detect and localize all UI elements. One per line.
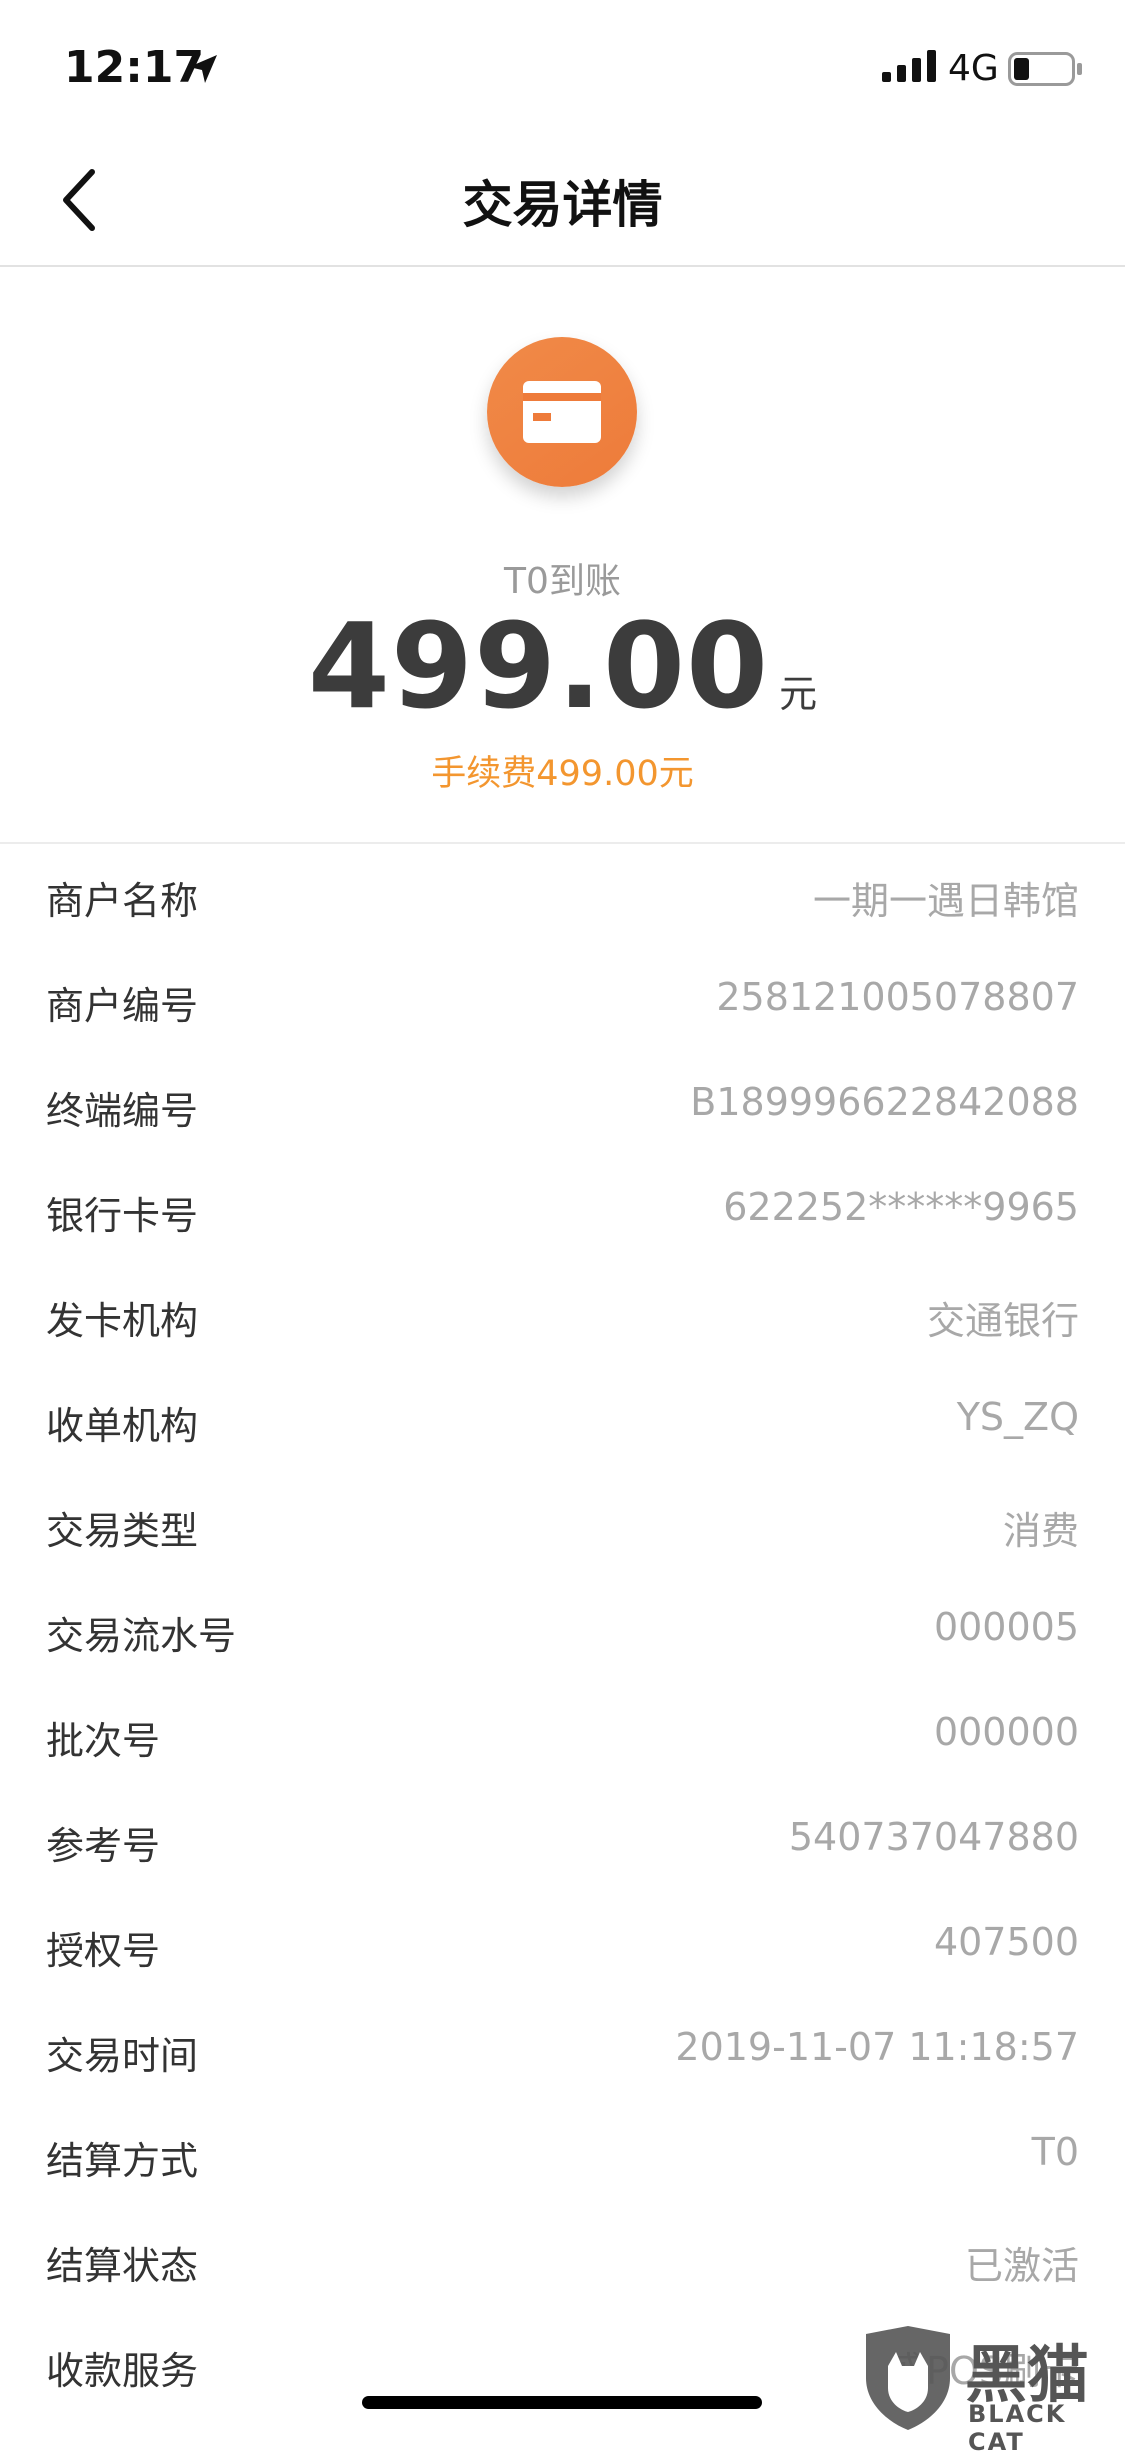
detail-row-merchant-name: 商户名称 一期一遇日韩馆 — [0, 844, 1125, 949]
detail-row-merchant-id: 商户编号 258121005078807 — [0, 949, 1125, 1054]
detail-value: 540737047880 — [788, 1815, 1079, 1859]
detail-value: 一期一遇日韩馆 — [812, 879, 1079, 923]
detail-label: 银行卡号 — [46, 1194, 199, 1238]
detail-label: 参考号 — [46, 1824, 161, 1868]
detail-value: 交通银行 — [926, 1299, 1079, 1343]
detail-row-authorization-number: 授权号 407500 — [0, 1894, 1125, 1999]
detail-value: 2019-11-07 11:18:57 — [675, 2025, 1079, 2069]
detail-label: 收单机构 — [46, 1404, 199, 1448]
status-bar: 12:17 4G — [0, 0, 1125, 135]
amount-value: 499.00 — [307, 597, 770, 735]
detail-value: 已激活 — [964, 2244, 1079, 2288]
network-type: 4G — [948, 48, 999, 89]
navigation-bar: 交易详情 — [0, 135, 1125, 267]
fee-text: 手续费499.00元 — [431, 754, 694, 794]
home-indicator[interactable] — [362, 2396, 762, 2409]
detail-row-settlement-method: 结算方式 T0 — [0, 2104, 1125, 2209]
detail-value: 消费 — [1002, 1509, 1079, 1553]
detail-row-settlement-status: 结算状态 已激活 — [0, 2209, 1125, 2314]
detail-value: 258121005078807 — [716, 975, 1079, 1019]
black-cat-logo-icon — [866, 2326, 950, 2430]
detail-row-serial-number: 交易流水号 000005 — [0, 1579, 1125, 1684]
detail-label: 发卡机构 — [46, 1299, 199, 1343]
detail-label: 商户名称 — [46, 879, 199, 923]
detail-row-batch-number: 批次号 000000 — [0, 1684, 1125, 1789]
detail-label: 批次号 — [46, 1719, 161, 1763]
detail-list: 商户名称 一期一遇日韩馆 商户编号 258121005078807 终端编号 B… — [0, 844, 1125, 2419]
detail-row-reference-number: 参考号 540737047880 — [0, 1789, 1125, 1894]
detail-label: 交易流水号 — [46, 1614, 237, 1658]
detail-label: 收款服务 — [46, 2349, 199, 2393]
detail-row-transaction-type: 交易类型 消费 — [0, 1474, 1125, 1579]
page-title: 交易详情 — [462, 176, 663, 234]
detail-value: 000005 — [933, 1605, 1079, 1649]
bank-card-icon — [523, 381, 601, 443]
detail-label: 交易时间 — [46, 2034, 199, 2078]
detail-label: 终端编号 — [46, 1089, 199, 1133]
detail-value: 622252******9965 — [723, 1185, 1079, 1229]
detail-value: 407500 — [933, 1920, 1079, 1964]
detail-row-card-number: 银行卡号 622252******9965 — [0, 1159, 1125, 1264]
detail-value: B189996622842088 — [690, 1080, 1079, 1124]
detail-row-acquirer: 收单机构 YS_ZQ — [0, 1369, 1125, 1474]
detail-label: 结算方式 — [46, 2139, 199, 2183]
detail-row-issuer: 发卡机构 交通银行 — [0, 1264, 1125, 1369]
detail-value: 000000 — [933, 1710, 1079, 1754]
watermark-subtext: BLACK CAT — [968, 2400, 1067, 2456]
detail-label: 授权号 — [46, 1929, 161, 1973]
amount-row: 499.00 元 — [0, 597, 1125, 735]
detail-label: 商户编号 — [46, 984, 199, 1028]
detail-row-transaction-time: 交易时间 2019-11-07 11:18:57 — [0, 1999, 1125, 2104]
detail-label: 结算状态 — [46, 2244, 199, 2288]
cellular-signal-icon — [882, 50, 936, 82]
amount-unit: 元 — [779, 672, 818, 716]
detail-row-terminal-id: 终端编号 B189996622842088 — [0, 1054, 1125, 1159]
detail-value: YS_ZQ — [956, 1395, 1079, 1439]
transaction-summary: T0到账 499.00 元 手续费499.00元 — [0, 267, 1125, 842]
detail-label: 交易类型 — [46, 1509, 199, 1553]
battery-icon — [1008, 52, 1082, 86]
status-time: 12:17 — [64, 42, 205, 93]
location-arrow-icon — [189, 55, 217, 83]
black-cat-watermark: 黑猫 BLACK CAT — [850, 2320, 1125, 2456]
transaction-type-badge — [487, 337, 637, 487]
detail-value: T0 — [1031, 2130, 1079, 2174]
